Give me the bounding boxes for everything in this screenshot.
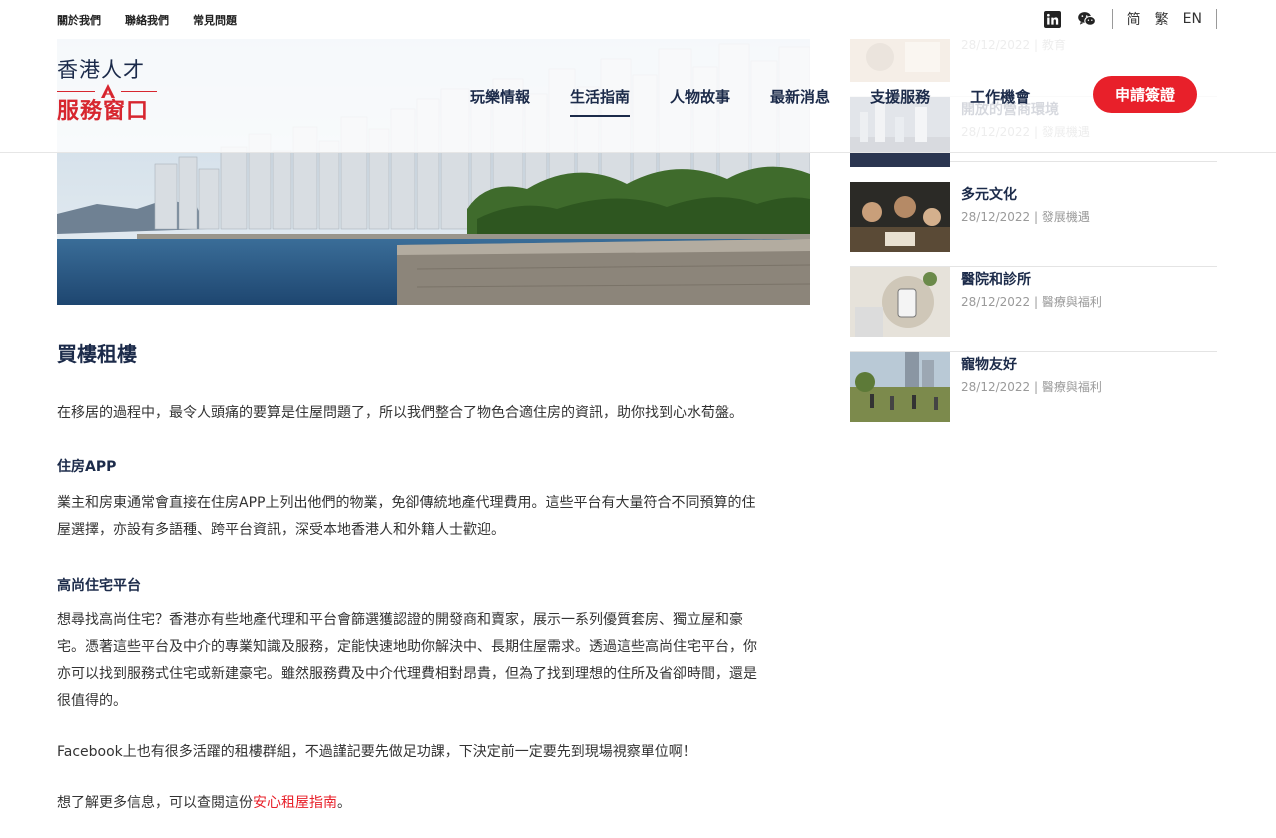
- card-thumbnail: [850, 182, 950, 252]
- card-meta: 28/12/2022 | 發展機遇: [961, 210, 1090, 224]
- article: 買樓租樓 在移居的過程中，最令人頭痛的要算是住屋問題了，所以我們整合了物色合適住…: [57, 340, 817, 817]
- article-intro: 在移居的過程中，最令人頭痛的要算是住屋問題了，所以我們整合了物色合適住房的資訊，…: [57, 405, 743, 421]
- lang-simplified[interactable]: 简: [1127, 9, 1141, 29]
- lang-english[interactable]: EN: [1183, 11, 1202, 27]
- apply-visa-button[interactable]: 申請簽證: [1093, 76, 1197, 113]
- more-info: 想了解更多信息，可以查閱這份安心租屋指南。: [57, 790, 817, 817]
- section-body: 想尋找高尚住宅？香港亦有些地產代理和平台會篩選獲認證的開發商和賣家，展示一系列優…: [57, 607, 817, 715]
- main-nav: 玩樂情報 生活指南 人物故事 最新消息 支援服務 工作機會: [470, 86, 1070, 117]
- about-us-link[interactable]: 關於我們: [57, 12, 101, 28]
- linkedin-icon[interactable]: [1044, 10, 1062, 28]
- section-heading: 高尚住宅平台: [57, 578, 141, 594]
- paragraph-line: 業主和房東通常會直接在住房APP上列出他們的物業，免卻傳統地產代理費用。這些平台…: [57, 495, 756, 511]
- nav-item-stories[interactable]: 人物故事: [670, 86, 730, 107]
- section-heading: 住房APP: [57, 459, 117, 475]
- paragraph-line: 屋選擇，亦設有多語種、跨平台資訊，深受本地香港人和外籍人士歡迎。: [57, 522, 505, 538]
- divider: [1111, 9, 1113, 29]
- related-card[interactable]: 寵物友好 28/12/2022 | 醫療與福利: [850, 352, 1217, 437]
- top-bar: 關於我們 聯絡我們 常見問題 简 繁 EN: [0, 0, 1276, 39]
- section-body: 業主和房東通常會直接在住房APP上列出他們的物業，免卻傳統地產代理費用。這些平台…: [57, 490, 817, 544]
- logo-line-1: 香港人才: [57, 58, 145, 82]
- divider: [1216, 9, 1217, 29]
- nav-item-support[interactable]: 支援服務: [870, 86, 930, 107]
- nav-item-leisure[interactable]: 玩樂情報: [470, 86, 530, 107]
- lang-traditional[interactable]: 繁: [1155, 9, 1169, 29]
- card-title: 寵物友好: [961, 357, 1017, 373]
- top-right-tools: 简 繁 EN: [1028, 9, 1217, 29]
- nav-item-news[interactable]: 最新消息: [770, 86, 830, 107]
- logo-emblem: [57, 83, 161, 99]
- card-title: 多元文化: [961, 187, 1017, 203]
- related-card[interactable]: 多元文化 28/12/2022 | 發展機遇: [850, 182, 1217, 267]
- card-meta: 28/12/2022 | 醫療與福利: [961, 380, 1102, 394]
- nav-item-living-guide[interactable]: 生活指南: [570, 86, 631, 117]
- contact-us-link[interactable]: 聯絡我們: [125, 12, 169, 28]
- card-title: 醫院和診所: [961, 272, 1031, 288]
- paragraph-line: 想尋找高尚住宅？香港亦有些地產代理和平台會篩選獲認證的開發商和賣家，展示一系列優…: [57, 612, 743, 628]
- more-info-prefix: 想了解更多信息，可以查閱這份: [57, 795, 253, 811]
- top-links: 關於我們 聯絡我們 常見問題: [57, 12, 237, 28]
- card-thumbnail: [850, 352, 950, 422]
- article-title: 買樓租樓: [57, 342, 137, 366]
- nav-item-jobs[interactable]: 工作機會: [970, 86, 1030, 107]
- paragraph-line: 亦可以找到服務式住宅或新建豪宅。雖然服務費及中介代理費相對昂貴，但為了找到理想的…: [57, 666, 757, 682]
- card-meta: 28/12/2022 | 醫療與福利: [961, 295, 1102, 309]
- paragraph-line: 很值得的。: [57, 693, 127, 709]
- card-thumbnail: [850, 267, 950, 337]
- more-info-suffix: 。: [337, 795, 351, 811]
- related-card[interactable]: 醫院和診所 28/12/2022 | 醫療與福利: [850, 267, 1217, 352]
- hero-image: [57, 39, 810, 305]
- card-meta: 28/12/2022 | 發展機遇: [961, 125, 1090, 139]
- facebook-note: Facebook上也有很多活躍的租樓群組，不過謹記要先做足功課，下決定前一定要先…: [57, 744, 697, 760]
- wechat-icon[interactable]: [1077, 10, 1096, 28]
- faq-link[interactable]: 常見問題: [193, 12, 237, 28]
- site-logo[interactable]: 香港人才 服務窗口: [57, 57, 161, 125]
- card-thumbnail: [850, 97, 950, 167]
- rental-guide-link[interactable]: 安心租屋指南: [253, 795, 337, 811]
- logo-line-2: 服務窗口: [57, 99, 150, 124]
- paragraph-line: 宅。憑著這些平台及中介的專業知識及服務，定能快速地助你解決中、長期住屋需求。透過…: [57, 639, 757, 655]
